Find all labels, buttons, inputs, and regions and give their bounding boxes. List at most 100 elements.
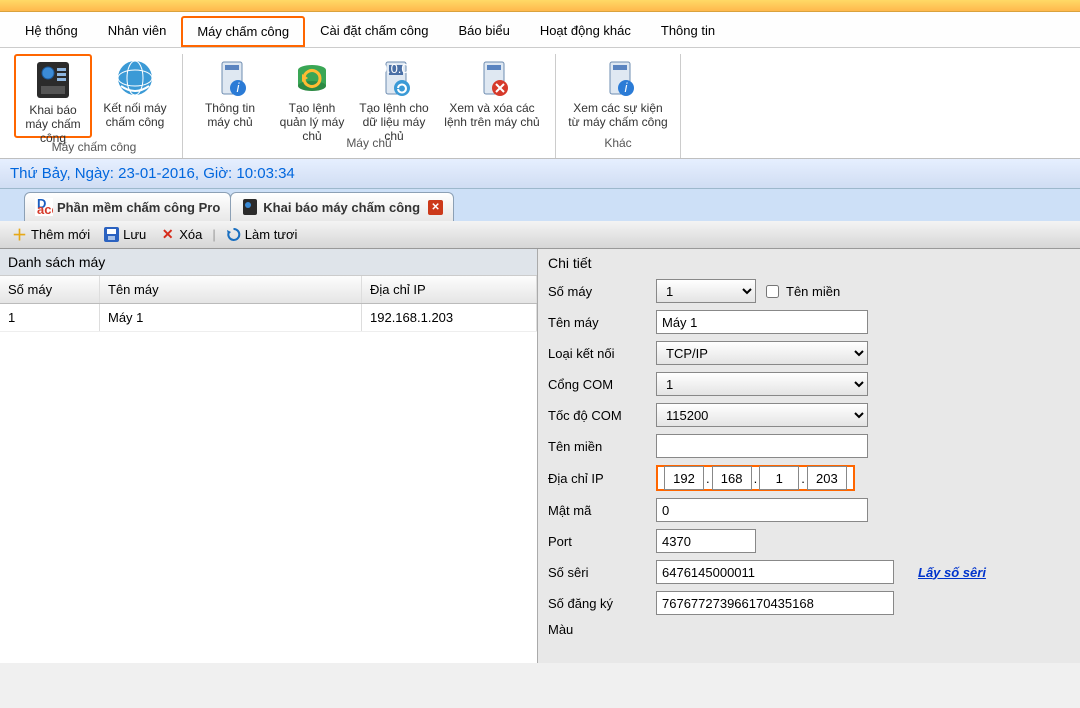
ip-seg-4[interactable] — [807, 466, 847, 490]
menu-hoat-dong-khac[interactable]: Hoạt động khác — [525, 16, 646, 47]
ribbon-group-may-cham-cong: Khai báo máy chấm công Kết nối máy chấm … — [6, 54, 183, 158]
separator: | — [212, 227, 215, 242]
detail-pane: Chi tiết Số máy 1 Tên miền Tên máy Loại … — [538, 249, 1080, 663]
mat-ma-input[interactable] — [656, 498, 868, 522]
ribbon: Khai báo máy chấm công Kết nối máy chấm … — [0, 48, 1080, 159]
ip-dot: . — [752, 471, 760, 486]
close-icon[interactable]: ✕ — [428, 200, 443, 215]
device-list-pane: Danh sách máy Số máy Tên máy Địa chỉ IP … — [0, 249, 538, 663]
datetime-bar: Thứ Bảy, Ngày: 23-01-2016, Giờ: 10:03:34 — [0, 159, 1080, 189]
lbl-toc-do-com: Tốc độ COM — [548, 408, 656, 423]
fingerprint-device-icon — [31, 58, 75, 102]
save-button[interactable]: Lưu — [100, 225, 150, 244]
save-icon — [104, 227, 119, 242]
so-may-select[interactable]: 1 — [656, 279, 756, 303]
so-dang-ky-input[interactable] — [656, 591, 894, 615]
device-small-icon — [241, 198, 259, 216]
lbl-so-dang-ky: Số đăng ký — [548, 596, 656, 611]
ribbon-label: Xem các sự kiện từ máy chấm công — [566, 102, 670, 132]
ribbon-tao-lenh-du-lieu[interactable]: 10.0.0.1 Tạo lệnh cho dữ liệu máy chủ — [355, 54, 433, 134]
ip-seg-1[interactable] — [664, 466, 704, 490]
tab-khai-bao-may[interactable]: Khai báo máy chấm công ✕ — [230, 192, 454, 221]
menu-cai-dat-cham-cong[interactable]: Cài đặt chấm công — [305, 16, 443, 47]
lbl-loai-ket-noi: Loại kết nối — [548, 346, 656, 361]
ribbon-label: Xem và xóa các lệnh trên máy chủ — [439, 102, 545, 132]
ten-mien-checkbox-wrap[interactable]: Tên miền — [762, 282, 840, 301]
list-title: Danh sách máy — [0, 249, 537, 276]
ribbon-thong-tin-may-chu[interactable]: i Thông tin máy chủ — [191, 54, 269, 134]
ribbon-xem-su-kien[interactable]: i Xem các sự kiện từ máy chấm công — [564, 54, 672, 134]
toolbar: ＋ Thêm mới Lưu ✕ Xóa | Làm tươi — [0, 221, 1080, 249]
svg-text:10.0.0.1: 10.0.0.1 — [373, 61, 417, 76]
lbl-cong-com: Cổng COM — [548, 377, 656, 392]
ribbon-tao-lenh-quan-ly[interactable]: Tạo lệnh quản lý máy chủ — [273, 54, 351, 134]
delete-label: Xóa — [179, 227, 202, 242]
ribbon-group-may-chu: i Thông tin máy chủ Tạo lệnh quản lý máy… — [183, 54, 556, 158]
col-so-may[interactable]: Số máy — [0, 276, 100, 303]
so-seri-input[interactable] — [656, 560, 894, 584]
refresh-label: Làm tươi — [245, 227, 298, 242]
tab-phan-mem[interactable]: Dacc Phần mềm chấm công Pro — [24, 192, 231, 221]
lbl-ten-may: Tên máy — [548, 315, 656, 330]
cong-com-select[interactable]: 1 — [656, 372, 868, 396]
ribbon-group-name: Máy chấm công — [52, 138, 137, 156]
lbl-so-seri: Số sêri — [548, 565, 656, 580]
ribbon-label: Khai báo máy chấm công — [18, 104, 88, 134]
cell-dia-chi-ip: 192.168.1.203 — [362, 304, 537, 331]
svg-text:acc: acc — [37, 202, 53, 216]
lbl-dia-chi-ip: Địa chỉ IP — [548, 471, 656, 486]
menu-may-cham-cong[interactable]: Máy chấm công — [181, 16, 305, 47]
add-label: Thêm mới — [31, 227, 90, 242]
server-info-icon: i — [208, 56, 252, 100]
ribbon-xem-xoa-lenh[interactable]: Xem và xóa các lệnh trên máy chủ — [437, 54, 547, 134]
ten-may-input[interactable] — [656, 310, 868, 334]
lbl-ten-mien: Tên miền — [548, 439, 656, 454]
lbl-so-may: Số máy — [548, 284, 656, 299]
ribbon-ket-noi-may[interactable]: Kết nối máy chấm công — [96, 54, 174, 138]
ip-dot: . — [799, 471, 807, 486]
ip-seg-2[interactable] — [712, 466, 752, 490]
ribbon-group-khac: i Xem các sự kiện từ máy chấm công Khác — [556, 54, 681, 158]
lbl-port: Port — [548, 534, 656, 549]
menu-thong-tin[interactable]: Thông tin — [646, 16, 730, 47]
title-bar — [0, 0, 1080, 12]
delete-icon: ✕ — [160, 227, 175, 242]
content-area: Danh sách máy Số máy Tên máy Địa chỉ IP … — [0, 249, 1080, 663]
lbl-mat-ma: Mật mã — [548, 503, 656, 518]
ip-seg-3[interactable] — [759, 466, 799, 490]
get-serial-link[interactable]: Lấy số sêri — [918, 565, 986, 580]
table-row[interactable]: 1 Máy 1 192.168.1.203 — [0, 304, 537, 332]
app-icon: Dacc — [35, 198, 53, 216]
col-ten-may[interactable]: Tên máy — [100, 276, 362, 303]
refresh-icon — [226, 227, 241, 242]
refresh-button[interactable]: Làm tươi — [222, 225, 302, 244]
menu-he-thong[interactable]: Hệ thống — [10, 16, 93, 47]
port-input[interactable] — [656, 529, 756, 553]
cell-ten-may: Máy 1 — [100, 304, 362, 331]
server-delete-icon — [470, 56, 514, 100]
ribbon-khai-bao-may[interactable]: Khai báo máy chấm công — [14, 54, 92, 138]
grid-header: Số máy Tên máy Địa chỉ IP — [0, 276, 537, 304]
col-dia-chi-ip[interactable]: Địa chỉ IP — [362, 276, 537, 303]
ten-mien-checkbox[interactable] — [766, 285, 779, 298]
ribbon-label: Tạo lệnh quản lý máy chủ — [275, 102, 349, 132]
add-button[interactable]: ＋ Thêm mới — [8, 225, 94, 244]
ribbon-label: Tạo lệnh cho dữ liệu máy chủ — [357, 102, 431, 132]
tab-strip: Dacc Phần mềm chấm công Pro Khai báo máy… — [0, 189, 1080, 221]
plus-icon: ＋ — [12, 227, 27, 242]
ribbon-group-name: Khác — [604, 134, 631, 152]
menu-bar: Hệ thống Nhân viên Máy chấm công Cài đặt… — [0, 12, 1080, 48]
server-refresh-icon — [290, 56, 334, 100]
menu-nhan-vien[interactable]: Nhân viên — [93, 16, 182, 47]
loai-ket-noi-select[interactable]: TCP/IP — [656, 341, 868, 365]
toc-do-com-select[interactable]: 115200 — [656, 403, 868, 427]
ip-input-group[interactable]: . . . — [656, 465, 855, 491]
ten-mien-input[interactable] — [656, 434, 868, 458]
save-label: Lưu — [123, 227, 146, 242]
menu-bao-bieu[interactable]: Báo biểu — [443, 16, 524, 47]
ribbon-label: Thông tin máy chủ — [193, 102, 267, 132]
ribbon-label: Kết nối máy chấm công — [98, 102, 172, 132]
delete-button[interactable]: ✕ Xóa — [156, 225, 206, 244]
ribbon-group-name: Máy chủ — [346, 134, 391, 152]
lbl-mau: Màu — [548, 622, 656, 637]
